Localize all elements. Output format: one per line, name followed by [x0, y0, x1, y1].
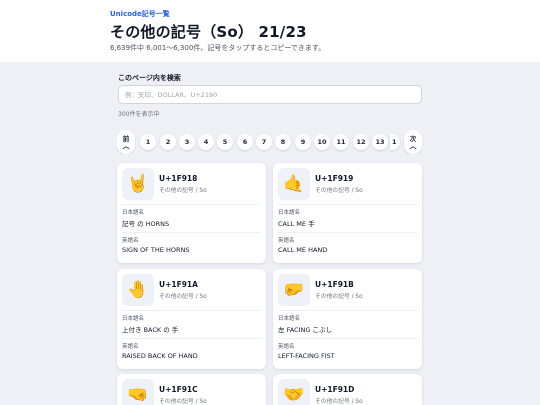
divider	[278, 204, 417, 205]
page-button[interactable]: 4	[198, 134, 214, 150]
symbol-glyph[interactable]: 🤛	[278, 274, 310, 306]
code-point: U+1F919	[315, 174, 354, 183]
symbol-glyph[interactable]: 🤙	[278, 168, 310, 200]
category-label: その他の記号 / So	[159, 188, 207, 194]
jp-name-label: 日本語名	[122, 210, 145, 216]
page-button[interactable]: 1	[140, 134, 156, 150]
symbol-card[interactable]: 🤛 U+1F91B その他の記号 / So 日本語名 左 FACING こぶし …	[273, 269, 422, 369]
symbol-card[interactable]: 🤘 U+1F918 その他の記号 / So 日本語名 記号 の HORNS 英語…	[117, 163, 266, 263]
divider	[122, 310, 261, 311]
divider	[278, 310, 417, 311]
symbol-card[interactable]: 🤙 U+1F919 その他の記号 / So 日本語名 CALL ME 手 英語名…	[273, 163, 422, 263]
breadcrumb-link[interactable]: Unicode記号一覧	[110, 9, 170, 19]
symbol-glyph[interactable]: 🤚	[122, 274, 154, 306]
chevron-up-icon: ︿	[409, 141, 417, 150]
result-count: 300件を表示中	[118, 111, 160, 118]
chevron-up-icon: ︿	[122, 141, 130, 150]
symbol-glyph[interactable]: 🤝	[278, 379, 310, 405]
jp-name-label: 日本語名	[122, 316, 145, 322]
search-input[interactable]	[118, 85, 422, 104]
page-button[interactable]: 6	[237, 134, 253, 150]
divider	[122, 204, 261, 205]
page-button[interactable]: 8	[275, 134, 291, 150]
code-point: U+1F91B	[315, 280, 354, 289]
category-label: その他の記号 / So	[315, 188, 363, 194]
next-page-button[interactable]: 次 ︿	[404, 130, 422, 154]
page-button[interactable]: 11	[333, 134, 349, 150]
page-header: Unicode記号一覧 その他の記号（So） 21/23 6,639件中 6,0…	[0, 0, 540, 62]
jp-name-value: 記号 の HORNS	[122, 220, 170, 228]
page-button[interactable]: 5	[217, 134, 233, 150]
symbol-card[interactable]: 🤝 U+1F91D その他の記号 / So	[273, 374, 422, 405]
en-name-value: LEFT-FACING FIST	[278, 352, 335, 360]
en-name-label: 英語名	[122, 238, 139, 244]
en-name-label: 英語名	[278, 238, 295, 244]
jp-name-value: 左 FACING こぶし	[278, 326, 332, 334]
page-button[interactable]: 12	[353, 134, 369, 150]
symbol-card[interactable]: 🤜 U+1F91C その他の記号 / So	[117, 374, 266, 405]
divider	[122, 232, 261, 233]
symbol-glyph[interactable]: 🤜	[122, 379, 154, 405]
category-label: その他の記号 / So	[159, 294, 207, 300]
code-point: U+1F91A	[159, 280, 198, 289]
en-name-label: 英語名	[122, 344, 139, 350]
en-name-value: CALL ME HAND	[278, 246, 328, 254]
symbol-card[interactable]: 🤚 U+1F91A その他の記号 / So 日本語名 上付き BACK の 手 …	[117, 269, 266, 369]
code-point: U+1F91D	[315, 385, 355, 394]
category-label: その他の記号 / So	[315, 399, 363, 405]
page-button[interactable]: 13	[372, 134, 388, 150]
en-name-value: RAISED BACK OF HAND	[122, 352, 198, 360]
page-button[interactable]: 9	[295, 134, 311, 150]
code-point: U+1F918	[159, 174, 198, 183]
page-button[interactable]: 2	[160, 134, 176, 150]
jp-name-label: 日本語名	[278, 316, 301, 322]
page-subtitle: 6,639件中 6,001〜6,300件。記号をタップするとコピーできます。	[110, 44, 326, 52]
jp-name-label: 日本語名	[278, 210, 301, 216]
category-label: その他の記号 / So	[315, 294, 363, 300]
code-point: U+1F91C	[159, 385, 198, 394]
page-title: その他の記号（So） 21/23	[110, 23, 307, 41]
divider	[278, 338, 417, 339]
page-button[interactable]: 10	[314, 134, 330, 150]
search-label: このページ内を検索	[118, 74, 181, 82]
page-button[interactable]: 7	[256, 134, 272, 150]
en-name-label: 英語名	[278, 344, 295, 350]
pagination: 前 ︿ 1 2 3 4 5 6 7 8 9 10 11 12 13 1 次 ︿	[117, 130, 422, 154]
prev-page-button[interactable]: 前 ︿	[117, 130, 135, 154]
page-button[interactable]: 1	[390, 134, 400, 150]
symbol-glyph[interactable]: 🤘	[122, 168, 154, 200]
jp-name-value: CALL ME 手	[278, 220, 315, 228]
jp-name-value: 上付き BACK の 手	[122, 326, 179, 334]
page-button[interactable]: 3	[179, 134, 195, 150]
divider	[122, 338, 261, 339]
divider	[278, 232, 417, 233]
category-label: その他の記号 / So	[159, 399, 207, 405]
en-name-value: SIGN OF THE HORNS	[122, 246, 190, 254]
